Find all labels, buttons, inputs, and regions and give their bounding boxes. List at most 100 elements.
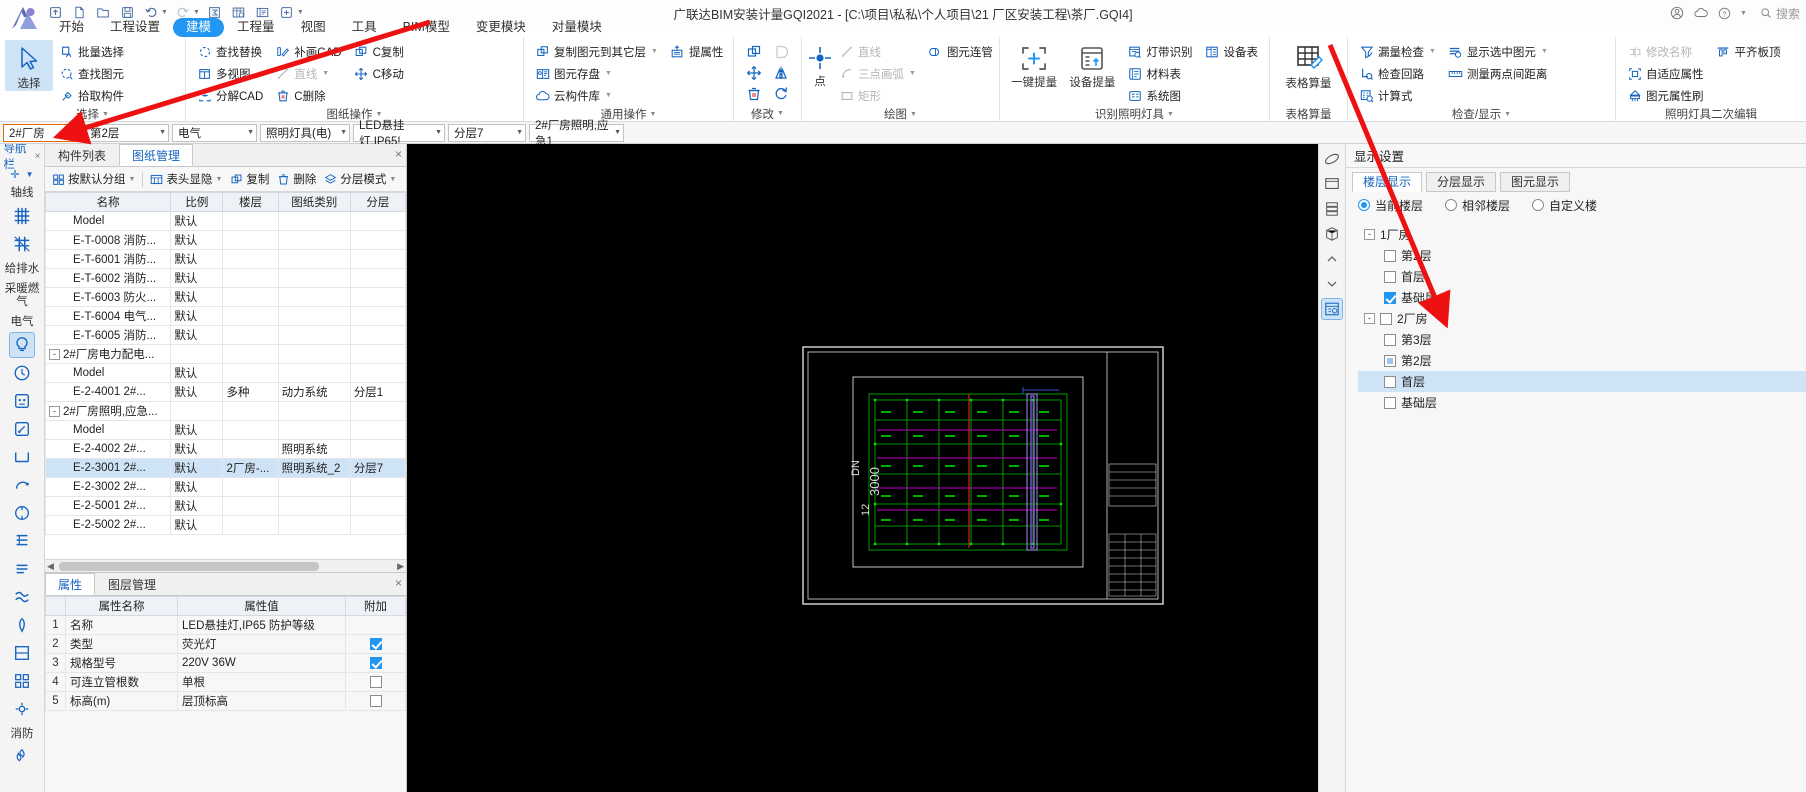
radio-current-floor[interactable]: 当前楼层 [1358, 197, 1423, 214]
tab-gongju[interactable]: 工具 [339, 18, 390, 37]
tab-biangengmokuai[interactable]: 变更模块 [463, 18, 539, 37]
tab-gongchengshezhi[interactable]: 工程设置 [97, 18, 173, 37]
tree-node[interactable]: - 2厂房 [1358, 308, 1806, 329]
mirror-icon[interactable] [768, 63, 794, 83]
table-row[interactable]: E-T-6005 消防... 默认 [45, 325, 406, 345]
draw-line-button[interactable]: 直线 [836, 41, 919, 62]
table-row[interactable]: Model 默认 [45, 211, 406, 231]
wire-icon[interactable] [9, 584, 35, 610]
conduit-icon[interactable] [9, 472, 35, 498]
tab-jianmo[interactable]: 建模 [173, 17, 225, 37]
drawing-combo[interactable]: 2#厂房照明,应急1 ▼ [529, 120, 624, 148]
material-table-button[interactable]: 材料表 [1125, 63, 1196, 84]
scroll-left-icon[interactable]: ◀ [47, 561, 54, 572]
view-layers-icon[interactable] [1321, 198, 1343, 220]
property-row[interactable]: 3 规格型号 220V 36W [45, 653, 406, 673]
sensor-icon[interactable] [9, 696, 35, 722]
help-dropdown-icon[interactable]: ▼ [1740, 10, 1747, 17]
radio-adjacent-floor[interactable]: 相邻楼层 [1445, 197, 1510, 214]
tree-expander-icon[interactable]: - [1364, 313, 1375, 324]
col-name[interactable]: 名称 [45, 192, 172, 212]
table-row[interactable]: Model 默认 [45, 363, 406, 383]
orbit-icon[interactable] [1321, 148, 1343, 170]
layer-mode-button[interactable]: 分层模式 ▼ [321, 169, 399, 189]
horizontal-scrollbar[interactable]: ◀ ▶ [45, 559, 406, 572]
chevron-down-icon[interactable]: ▼ [1541, 48, 1548, 55]
formula-button[interactable]: 计算式 [1356, 85, 1439, 106]
explode-cad-button[interactable]: 分解CAD [194, 85, 266, 106]
chevron-down-icon[interactable]: ▼ [651, 48, 658, 55]
meter-icon[interactable] [9, 612, 35, 638]
move-icon[interactable] [741, 63, 767, 83]
axis-net-icon[interactable] [9, 231, 35, 257]
cable-tray-icon[interactable] [9, 444, 35, 470]
system-diagram-button[interactable]: 系统图 [1125, 85, 1196, 106]
socket-icon[interactable] [9, 388, 35, 414]
table-row[interactable]: E-2-3002 2#... 默认 [45, 477, 406, 497]
c-move-button[interactable]: C移动 [351, 63, 407, 84]
nav-add-icon[interactable]: ✛ [10, 168, 19, 181]
find-element-button[interactable]: 查找图元 [56, 63, 127, 84]
building-combo[interactable]: 2#厂房 ▼ [3, 123, 81, 142]
rename-button[interactable]: 修改名称 [1624, 41, 1707, 62]
delete-icon[interactable] [741, 84, 767, 104]
property-value[interactable]: 荧光灯 [177, 634, 346, 654]
c-delete-button[interactable]: C删除 [272, 85, 344, 106]
table-calc-button[interactable]: 表格算量 [1279, 40, 1339, 91]
attach-checkbox[interactable] [369, 656, 382, 669]
tree-checkbox[interactable] [1384, 354, 1396, 367]
tree-expander-icon[interactable]: - [1364, 229, 1375, 240]
tree-node[interactable]: 第2层 [1358, 245, 1806, 266]
expander-icon[interactable]: - [49, 349, 60, 361]
cloud-icon[interactable] [1693, 6, 1709, 20]
extract-property-button[interactable]: 提属性 [667, 41, 727, 62]
layer-combo[interactable]: 分层7 ▼ [448, 123, 526, 142]
group-label-modify[interactable]: 修改 ▼ [739, 105, 796, 122]
scroll-up-icon[interactable] [1321, 248, 1343, 270]
find-replace-button[interactable]: 查找替换 [194, 41, 266, 62]
table-row[interactable]: E-2-5002 2#... 默认 [45, 515, 406, 535]
floor-combo[interactable]: 第2层 ▼ [84, 123, 169, 142]
property-attach-cell[interactable] [345, 672, 406, 692]
col-scale[interactable]: 比例 [170, 192, 224, 212]
scroll-right-icon[interactable]: ▶ [397, 561, 404, 572]
point-button[interactable]: 点 [807, 40, 833, 89]
table-row[interactable]: E-T-6004 电气... 默认 [45, 306, 406, 326]
arc-button[interactable]: 三点画弧 ▼ [836, 63, 919, 84]
col-floor[interactable]: 楼层 [222, 192, 279, 212]
attach-checkbox[interactable] [369, 694, 382, 707]
table-row[interactable]: E-2-3001 2#... 默认 2厂房-... 照明系统_2 分层7 [45, 458, 406, 478]
copy-icon[interactable] [741, 42, 767, 62]
close-icon[interactable]: × [35, 151, 41, 162]
tree-node[interactable]: -1厂房 [1358, 224, 1806, 245]
property-attach-cell[interactable] [345, 691, 406, 711]
check-circuit-button[interactable]: 检查回路 [1356, 63, 1439, 84]
mirror-shape-icon[interactable] [768, 42, 794, 62]
tree-checkbox[interactable] [1380, 312, 1392, 325]
property-brush-button[interactable]: 图元属性刷 [1624, 85, 1707, 106]
property-attach-cell[interactable] [345, 634, 406, 654]
device-table-button[interactable]: 设备表 [1202, 41, 1262, 62]
table-row[interactable]: -2#厂房电力配电... [45, 344, 406, 364]
chevron-down-icon[interactable]: ▼ [1429, 48, 1436, 55]
clock-icon[interactable] [9, 360, 35, 386]
cad-canvas[interactable]: DN 3000 12 [407, 144, 1318, 792]
search-input[interactable]: 搜索 [1756, 5, 1800, 22]
measure-distance-button[interactable]: 测量两点间距离 [1445, 63, 1551, 84]
tab-kaishi[interactable]: 开始 [46, 18, 97, 37]
axis-grid-icon[interactable] [9, 203, 35, 229]
col-prop-value[interactable]: 属性值 [177, 596, 346, 616]
property-value[interactable]: 单根 [177, 672, 346, 692]
redo-dropdown-icon[interactable]: ▼ [193, 9, 200, 16]
tab-shitu[interactable]: 视图 [288, 18, 339, 37]
col-prop-name[interactable]: 属性名称 [65, 596, 178, 616]
account-icon[interactable] [1670, 6, 1684, 20]
tree-node[interactable]: 首层 [1358, 266, 1806, 287]
tree-node[interactable]: 基础层 [1358, 392, 1806, 413]
multi-view-button[interactable]: 多视图 [194, 63, 266, 84]
tab-component-list[interactable]: 构件列表 [45, 144, 119, 166]
table-row[interactable]: Model 默认 [45, 420, 406, 440]
radio-custom-floor[interactable]: 自定义楼 [1532, 197, 1597, 214]
property-row[interactable]: 5 标高(m) 层顶标高 [45, 691, 406, 711]
panel-icon[interactable] [9, 528, 35, 554]
